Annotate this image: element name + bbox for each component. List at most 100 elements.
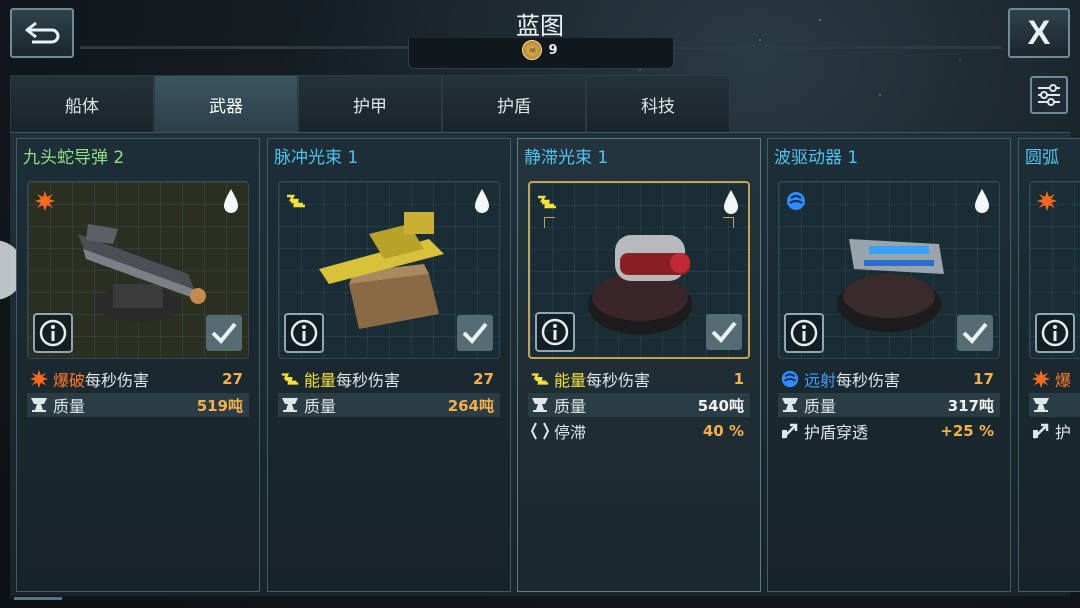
equip-check-button[interactable] bbox=[957, 315, 993, 351]
filter-button[interactable] bbox=[1030, 76, 1068, 114]
card-title: 波驱动器 1 bbox=[774, 148, 859, 168]
piercing-arrow-icon bbox=[782, 423, 798, 439]
dps-label: 远射每秒伤害 bbox=[804, 371, 901, 390]
info-button[interactable] bbox=[33, 313, 73, 353]
blueprint-card-partial[interactable]: 圆弧 爆 护 bbox=[1018, 138, 1080, 592]
anvil-icon bbox=[282, 398, 298, 412]
blueprint-card[interactable]: 九头蛇导弹 2 爆破每秒伤害 27 质量 519吨 bbox=[16, 138, 260, 592]
energy-icon bbox=[287, 194, 305, 208]
checkmark-icon bbox=[962, 322, 988, 344]
weapon-thumbnail[interactable] bbox=[278, 181, 500, 359]
shield-pierce-label: 护 bbox=[1055, 423, 1072, 442]
mass-row: 质量 540吨 bbox=[528, 393, 750, 417]
mass-row: 质量 317吨 bbox=[778, 393, 1000, 417]
weapon-thumbnail[interactable] bbox=[27, 181, 249, 359]
page-title: 蓝图 bbox=[516, 12, 564, 40]
card-title: 脉冲光束 1 bbox=[274, 148, 359, 168]
mass-value: 540吨 bbox=[697, 396, 744, 415]
stasis-beam-turret-art bbox=[588, 235, 692, 335]
dps-label: 能量每秒伤害 bbox=[554, 371, 651, 390]
info-icon bbox=[290, 319, 318, 347]
droplet-icon bbox=[475, 189, 489, 213]
info-button[interactable] bbox=[1035, 313, 1075, 353]
checkmark-icon bbox=[711, 321, 737, 343]
stasis-row: 停滞 40 % bbox=[528, 419, 750, 443]
tab-tech[interactable]: 科技 bbox=[586, 75, 730, 132]
checkmark-icon bbox=[211, 322, 237, 344]
scrollbar-thumb[interactable] bbox=[14, 597, 62, 600]
energy-icon bbox=[281, 373, 299, 385]
piercing-arrow-icon bbox=[1033, 423, 1049, 439]
dps-value: 1 bbox=[733, 370, 744, 388]
weapon-thumbnail[interactable] bbox=[1029, 181, 1080, 359]
stasis-label: 停滞 bbox=[554, 423, 587, 442]
shield-pierce-label: 护盾穿透 bbox=[804, 423, 869, 442]
info-icon bbox=[790, 319, 818, 347]
far-shot-icon bbox=[787, 192, 805, 210]
shield-pierce-row: 护盾穿透 +25 % bbox=[778, 419, 1000, 443]
shield-pierce-value: +25 % bbox=[940, 422, 994, 440]
blueprint-card-selected[interactable]: 静滞光束 1 能量每秒伤害 1 质量 540吨 停滞 40 % bbox=[517, 138, 761, 592]
mass-value: 317吨 bbox=[947, 396, 994, 415]
selection-corner bbox=[544, 217, 555, 228]
blueprint-currency: ☠ 9 bbox=[0, 40, 1080, 60]
dps-row: 能量每秒伤害 27 bbox=[278, 367, 500, 391]
card-title: 九头蛇导弹 2 bbox=[23, 148, 125, 168]
mass-value: 264吨 bbox=[447, 396, 494, 415]
explosive-icon bbox=[35, 191, 55, 211]
energy-icon bbox=[531, 373, 549, 385]
explosive-icon bbox=[29, 369, 49, 389]
info-button[interactable] bbox=[535, 312, 575, 352]
tab-shields[interactable]: 护盾 bbox=[442, 75, 586, 132]
stasis-icon bbox=[530, 422, 550, 440]
mass-value: 519吨 bbox=[196, 396, 243, 415]
currency-value: 9 bbox=[548, 42, 558, 58]
equip-check-button[interactable] bbox=[706, 314, 742, 350]
checkmark-icon bbox=[462, 322, 488, 344]
dps-value: 17 bbox=[973, 370, 994, 388]
dps-value: 27 bbox=[222, 370, 243, 388]
anvil-icon bbox=[782, 398, 798, 412]
pulse-beam-turret-art bbox=[319, 212, 444, 329]
stasis-value: 40 % bbox=[702, 422, 744, 440]
missile-turret-art bbox=[78, 224, 206, 322]
weapon-thumbnail[interactable] bbox=[528, 181, 750, 359]
info-icon bbox=[39, 319, 67, 347]
explosive-icon bbox=[1031, 369, 1051, 389]
sliders-icon bbox=[1038, 84, 1060, 106]
info-button[interactable] bbox=[284, 313, 324, 353]
mass-row bbox=[1029, 393, 1080, 417]
skull-medal-icon: ☠ bbox=[522, 40, 543, 60]
horizontal-scrollbar[interactable] bbox=[10, 597, 1070, 600]
dps-value: 27 bbox=[473, 370, 494, 388]
dps-label: 能量每秒伤害 bbox=[304, 371, 401, 390]
mass-row: 质量 264吨 bbox=[278, 393, 500, 417]
weapon-thumbnail[interactable] bbox=[778, 181, 1000, 359]
dps-label: 爆 bbox=[1055, 371, 1072, 390]
shield-pierce-row: 护 bbox=[1029, 419, 1080, 443]
mass-label: 质量 bbox=[53, 397, 86, 416]
info-button[interactable] bbox=[784, 313, 824, 353]
dps-row: 爆 bbox=[1029, 367, 1080, 391]
anvil-icon bbox=[532, 398, 548, 412]
blueprint-card[interactable]: 脉冲光束 1 能量每秒伤害 27 质量 264吨 bbox=[267, 138, 511, 592]
info-icon bbox=[541, 318, 569, 346]
droplet-icon bbox=[724, 190, 738, 214]
info-icon bbox=[1041, 319, 1069, 347]
tab-armor[interactable]: 护甲 bbox=[298, 75, 442, 132]
close-button[interactable]: X bbox=[1008, 8, 1070, 58]
equip-check-button[interactable] bbox=[457, 315, 493, 351]
anvil-icon bbox=[1033, 398, 1049, 412]
category-tabs: 船体 武器 护甲 护盾 科技 bbox=[10, 75, 730, 132]
blueprint-card[interactable]: 波驱动器 1 远射每秒伤害 17 质量 317吨 护盾穿透 +25 % bbox=[767, 138, 1011, 592]
wave-driver-turret-art bbox=[837, 239, 944, 332]
dps-row: 远射每秒伤害 17 bbox=[778, 367, 1000, 391]
tab-weapons[interactable]: 武器 bbox=[154, 75, 298, 132]
card-title: 圆弧 bbox=[1025, 148, 1059, 168]
energy-icon bbox=[538, 195, 556, 209]
droplet-icon bbox=[224, 189, 238, 213]
equip-check-button[interactable] bbox=[206, 315, 242, 351]
mass-label: 质量 bbox=[554, 397, 587, 416]
tab-hull[interactable]: 船体 bbox=[10, 75, 154, 132]
selection-corner bbox=[723, 217, 734, 228]
